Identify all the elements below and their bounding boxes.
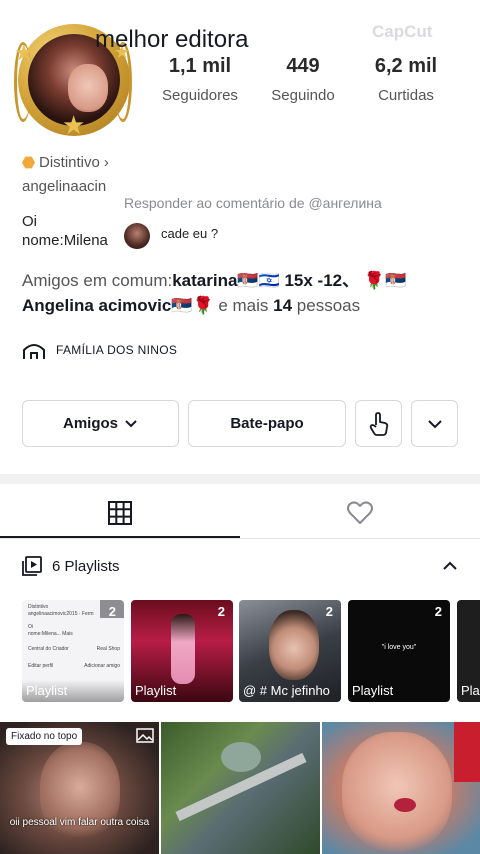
likes-count[interactable]: 6,2 mil [351,55,461,78]
home-icon [23,344,45,359]
video-face [342,732,452,852]
bio-line: Oi [22,213,37,230]
card-preview-line: nome:Milena... Mais [28,631,73,637]
mutual-friend-name: Angelina acimovic [22,296,172,315]
playlist-card[interactable]: 2 @ # Mc jefinho [239,600,341,702]
video-thumbnail[interactable]: Fixado no topo oii pessoal vim falar out… [0,722,159,854]
badge-icon [22,156,35,169]
avatar-face [68,64,108,112]
mutual-friends[interactable]: Amigos em comum:katarina🇷🇸🇮🇱 15x -12、 🌹🇷… [22,268,462,318]
following-count[interactable]: 449 [248,55,358,78]
bio: Oi nome:Milena [22,212,114,250]
badge-label: Distintivo [39,154,100,171]
image-icon [136,728,154,743]
friends-button-label: Amigos [62,415,118,432]
mutual-suffix: pessoas [292,296,361,315]
playlist-card[interactable]: 2 Playlist [131,600,233,702]
flag-emoji: 🇷🇸 [171,296,193,315]
heart-icon [347,501,373,524]
hand-tap-icon [369,411,388,436]
playlist-icon [22,556,42,576]
playlist-video-count: 2 [434,604,442,619]
pinned-badge: Fixado no topo [6,728,83,745]
card-figure [269,610,319,680]
mutual-friend-suffix: 15x -12、 [279,271,360,290]
tab-border [0,538,480,539]
playlist-title: @ # Mc jefinho [243,683,330,698]
playlist-card[interactable]: Pla [457,600,480,702]
more-options-button[interactable] [411,400,458,447]
playlist-title: Playlist [26,683,68,698]
bio-line: nome:Milena [22,232,108,249]
playlist-card[interactable]: "i love you" 2 Playlist [348,600,450,702]
playlists-count-label: 6 Playlists [52,557,120,575]
likes-label[interactable]: Curtidas [351,87,461,104]
family-link[interactable]: FAMÍLIA DOS NINOS [22,340,177,360]
family-label: FAMÍLIA DOS NINOS [56,343,178,357]
card-preview-row: Central do Criador Real Shop [28,646,120,653]
reply-overlay [112,182,480,262]
badge-link[interactable]: Distintivo › [22,154,109,171]
mutual-middle: e mais [213,296,274,315]
video-thumbnail[interactable] [322,722,480,854]
playlist-title: Playlist [135,683,177,698]
star-icon: ★ [62,110,86,140]
grid-icon [108,501,132,525]
tab-videos[interactable] [0,488,240,538]
playlist-title: Pla [461,683,480,698]
reply-header: Responder ao comentário de @ангелина [124,195,382,211]
rose-icon: 🌹 [363,271,386,290]
card-preview-line: Real Shop [96,646,120,652]
card-preview-line: Central do Criador [28,646,69,652]
chevron-down-icon [427,419,442,428]
video-thumbnail[interactable] [161,722,320,854]
active-tab-indicator [0,536,240,538]
video-caption: oii pessoal vim falar outra coisa [9,817,150,828]
card-overlay-text: "i love you" [381,644,417,651]
followers-count[interactable]: 1,1 mil [145,55,255,78]
card-preview-line: Oi [28,624,33,630]
mutual-friend-name: katarina [172,271,238,290]
star-icon: ★ [14,40,34,65]
friends-button[interactable]: Amigos [22,400,179,447]
card-preview-line: Adicionar amigo [84,663,120,669]
video-detail [454,722,480,782]
playlist-title: Playlist [352,683,394,698]
chevron-up-icon[interactable] [442,560,458,572]
playlist-video-count: 2 [325,604,333,619]
display-name: melhor editora [95,26,249,53]
video-detail [221,742,261,772]
mutual-count: 14 [273,296,293,315]
playlist-card[interactable]: Distintivo angelinaacimovic2015 · Ferm O… [22,600,124,702]
video-lips [394,798,416,812]
card-preview-line: Editar perfil [28,663,54,669]
flag-emoji: 🇷🇸🇮🇱 [237,271,280,290]
capcut-watermark: CapCut [372,22,433,41]
rose-icon: 🌹 [192,296,214,315]
commenter-avatar [124,223,150,249]
chevron-right-icon: › [103,154,109,171]
playlists-header[interactable]: 6 Playlists [22,556,120,576]
reply-comment: cade eu ? [161,226,219,241]
followers-label[interactable]: Seguidores [145,87,255,104]
section-divider [0,474,480,484]
chat-button[interactable]: Bate-papo [188,400,346,447]
following-label[interactable]: Seguindo [248,87,358,104]
flag-emoji: 🇷🇸 [385,271,407,290]
card-figure [171,614,195,684]
playlist-video-count: 2 [217,604,225,619]
username: angelinaacin [22,178,107,195]
tab-liked[interactable] [240,488,480,538]
mutual-prefix: Amigos em comum: [22,271,173,290]
playlist-video-count: 2 [108,604,116,619]
poke-button[interactable] [355,400,402,447]
chat-button-label: Bate-papo [230,415,304,432]
card-preview-row: Editar perfil Adicionar amigo [28,663,120,670]
chevron-down-icon [125,419,137,427]
